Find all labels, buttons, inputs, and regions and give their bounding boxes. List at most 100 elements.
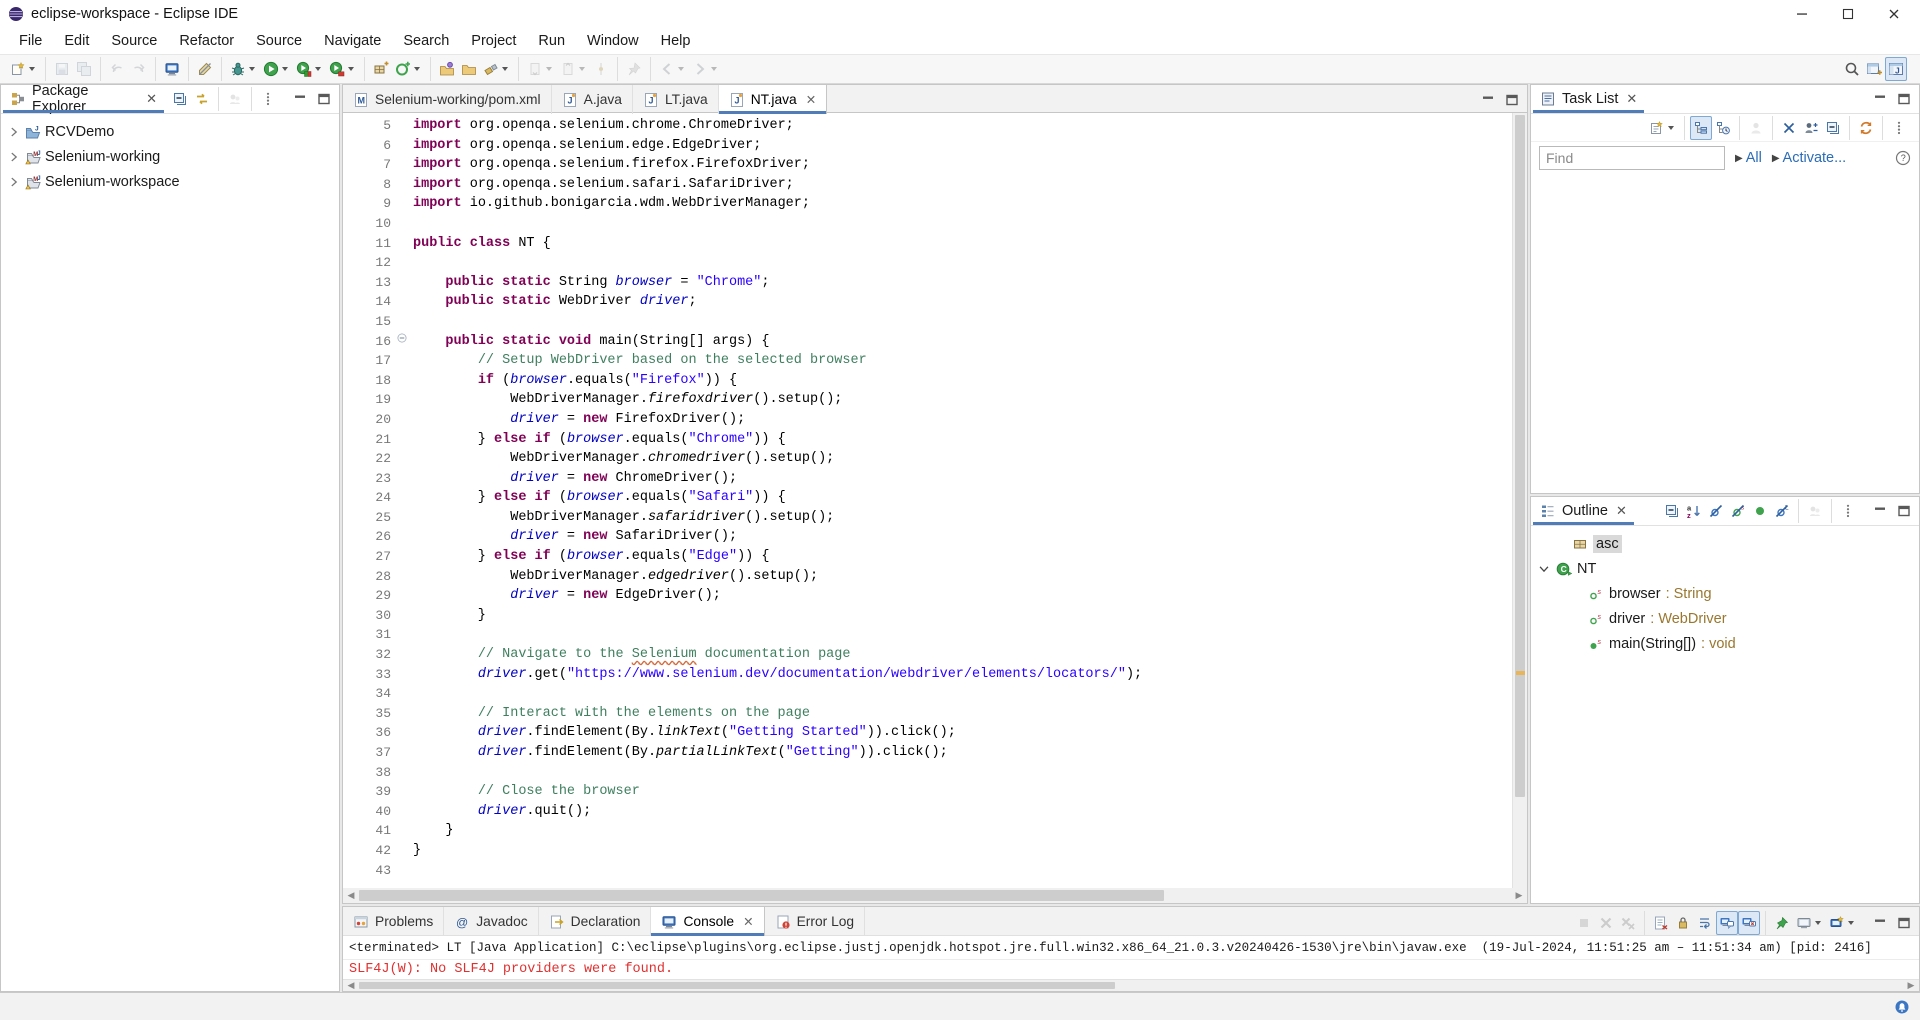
view-tab-console[interactable]: Console✕	[651, 907, 764, 936]
view-tab-problems[interactable]: Problems	[343, 907, 444, 936]
editor-tab-nt-java[interactable]: JNT.java✕	[719, 85, 828, 114]
outline-item-nt[interactable]: CNT	[1531, 556, 1919, 581]
show-stderr-button[interactable]	[1738, 911, 1760, 935]
collapse-all-button[interactable]	[1822, 116, 1844, 140]
task-scope-all-link[interactable]: ▶All	[1735, 150, 1762, 166]
dropdown-arrow-icon[interactable]	[249, 67, 255, 71]
scrollbar-thumb[interactable]	[359, 982, 1115, 989]
menu-item-search[interactable]: Search	[392, 31, 460, 51]
scroll-left-arrow[interactable]: ◀	[343, 888, 359, 903]
editor-vertical-scrollbar[interactable]	[1512, 113, 1527, 888]
hide-fields-button[interactable]	[1705, 499, 1727, 523]
close-icon[interactable]: ✕	[743, 914, 753, 929]
view-tab-declaration[interactable]: Declaration	[539, 907, 652, 936]
minimize-editor-button[interactable]	[1477, 88, 1499, 112]
coverage-button[interactable]	[293, 57, 326, 81]
menu-item-help[interactable]: Help	[650, 31, 702, 51]
word-wrap-button[interactable]	[1694, 911, 1716, 935]
dropdown-arrow-icon[interactable]	[1815, 921, 1821, 925]
maximize-view-button[interactable]	[1893, 87, 1915, 111]
window-close-button[interactable]	[1874, 0, 1920, 28]
maximize-view-button[interactable]	[1893, 499, 1915, 523]
minimize-view-button[interactable]	[1869, 499, 1891, 523]
menu-item-run[interactable]: Run	[527, 31, 576, 51]
view-tab-error-log[interactable]: Error Log	[765, 907, 866, 936]
scroll-right-arrow[interactable]: ▶	[1903, 980, 1919, 991]
hide-local-button[interactable]: L	[1771, 499, 1793, 523]
open-perspective-button[interactable]	[1863, 57, 1885, 81]
minimize-view-button[interactable]	[1869, 87, 1891, 111]
show-stdout-button[interactable]	[1716, 911, 1738, 935]
menu-item-navigate[interactable]: Navigate	[313, 31, 392, 51]
chevron-right-icon[interactable]	[7, 150, 21, 164]
view-tab-javadoc[interactable]: @Javadoc	[444, 907, 538, 936]
scheduled-button[interactable]	[1712, 116, 1734, 140]
help-icon[interactable]: ?	[1895, 150, 1911, 166]
close-icon[interactable]: ✕	[806, 92, 816, 107]
tree-item-rcvdemo[interactable]: JRCVDemo	[1, 119, 339, 144]
java-perspective-button[interactable]: J	[1885, 57, 1907, 81]
tab-package-explorer[interactable]: Package Explorer ✕	[1, 85, 166, 113]
close-icon[interactable]: ✕	[146, 91, 157, 107]
dropdown-arrow-icon[interactable]	[315, 67, 321, 71]
menu-item-edit[interactable]: Edit	[53, 31, 100, 51]
menu-item-window[interactable]: Window	[576, 31, 650, 51]
sort-az-button[interactable]: az	[1683, 499, 1705, 523]
view-menu-button[interactable]	[1837, 499, 1859, 523]
open-console-view-button[interactable]	[161, 57, 183, 81]
mark-occurrences-button[interactable]	[194, 57, 216, 81]
sync-button[interactable]	[1855, 116, 1877, 140]
minimize-view-button[interactable]	[1869, 911, 1891, 935]
run-button[interactable]	[260, 57, 293, 81]
dropdown-arrow-icon[interactable]	[579, 67, 585, 71]
search-flashlight-button[interactable]	[480, 57, 513, 81]
open-resource-button[interactable]	[458, 57, 480, 81]
link-editor-button[interactable]	[191, 87, 213, 111]
focus-workweek-button[interactable]	[1800, 116, 1822, 140]
checkout-button[interactable]	[392, 57, 425, 81]
pin-console-button[interactable]	[1771, 911, 1793, 935]
collapse-all-button[interactable]	[1661, 499, 1683, 523]
notifications-icon[interactable]	[1894, 999, 1910, 1015]
scroll-left-arrow[interactable]: ◀	[343, 980, 359, 991]
editor-tab-a-java[interactable]: JA.java	[552, 85, 633, 114]
outline-item-asc[interactable]: asc	[1531, 531, 1919, 556]
spelling-marker[interactable]	[1516, 671, 1525, 675]
console-horizontal-scrollbar[interactable]: ◀ ▶	[343, 979, 1919, 991]
editor-tab-selenium-working-pom-xml[interactable]: MSelenium-working/pom.xml	[343, 85, 552, 114]
dropdown-arrow-icon[interactable]	[1668, 126, 1674, 130]
code-editor[interactable]: import org.openqa.selenium.chrome.Chrome…	[409, 113, 1512, 888]
outline-item-driver[interactable]: sdriver : WebDriver	[1531, 606, 1919, 631]
outline-item-main-string-[interactable]: smain(String[]) : void	[1531, 631, 1919, 656]
menu-item-file[interactable]: File	[8, 31, 53, 51]
tab-task-list[interactable]: Task List ✕	[1531, 85, 1646, 113]
minimize-view-button[interactable]	[289, 87, 311, 111]
new-java-project-button[interactable]	[370, 57, 392, 81]
menu-item-source[interactable]: Source	[100, 31, 168, 51]
chevron-right-icon[interactable]	[7, 125, 21, 139]
menu-item-source-2[interactable]: Source	[245, 31, 313, 51]
maximize-editor-button[interactable]	[1501, 88, 1523, 112]
scrollbar-thumb[interactable]	[1515, 115, 1525, 797]
display-console-button[interactable]	[1793, 911, 1826, 935]
maximize-view-button[interactable]	[1893, 911, 1915, 935]
hide-static-button[interactable]: s	[1727, 499, 1749, 523]
scroll-lock-button[interactable]	[1672, 911, 1694, 935]
dropdown-arrow-icon[interactable]	[29, 67, 35, 71]
tab-outline[interactable]: Outline ✕	[1531, 497, 1636, 525]
view-menu-button[interactable]	[257, 87, 279, 111]
chevron-down-icon[interactable]	[1537, 562, 1551, 576]
fold-collapse-icon[interactable]	[396, 332, 408, 344]
close-icon[interactable]: ✕	[1626, 91, 1637, 107]
new-task-button[interactable]	[1646, 116, 1679, 140]
hide-nonpublic-button[interactable]	[1749, 499, 1771, 523]
collapse-all-button[interactable]	[169, 87, 191, 111]
debug-button[interactable]	[227, 57, 260, 81]
tree-item-selenium-working[interactable]: MJSelenium-working	[1, 144, 339, 169]
window-minimize-button[interactable]	[1782, 0, 1828, 28]
dropdown-arrow-icon[interactable]	[502, 67, 508, 71]
editor-tab-lt-java[interactable]: JLT.java	[633, 85, 719, 114]
search-magnifier-button[interactable]	[1841, 57, 1863, 81]
task-activate-link[interactable]: ▶Activate...	[1772, 150, 1846, 166]
view-menu-button[interactable]	[1888, 116, 1910, 140]
